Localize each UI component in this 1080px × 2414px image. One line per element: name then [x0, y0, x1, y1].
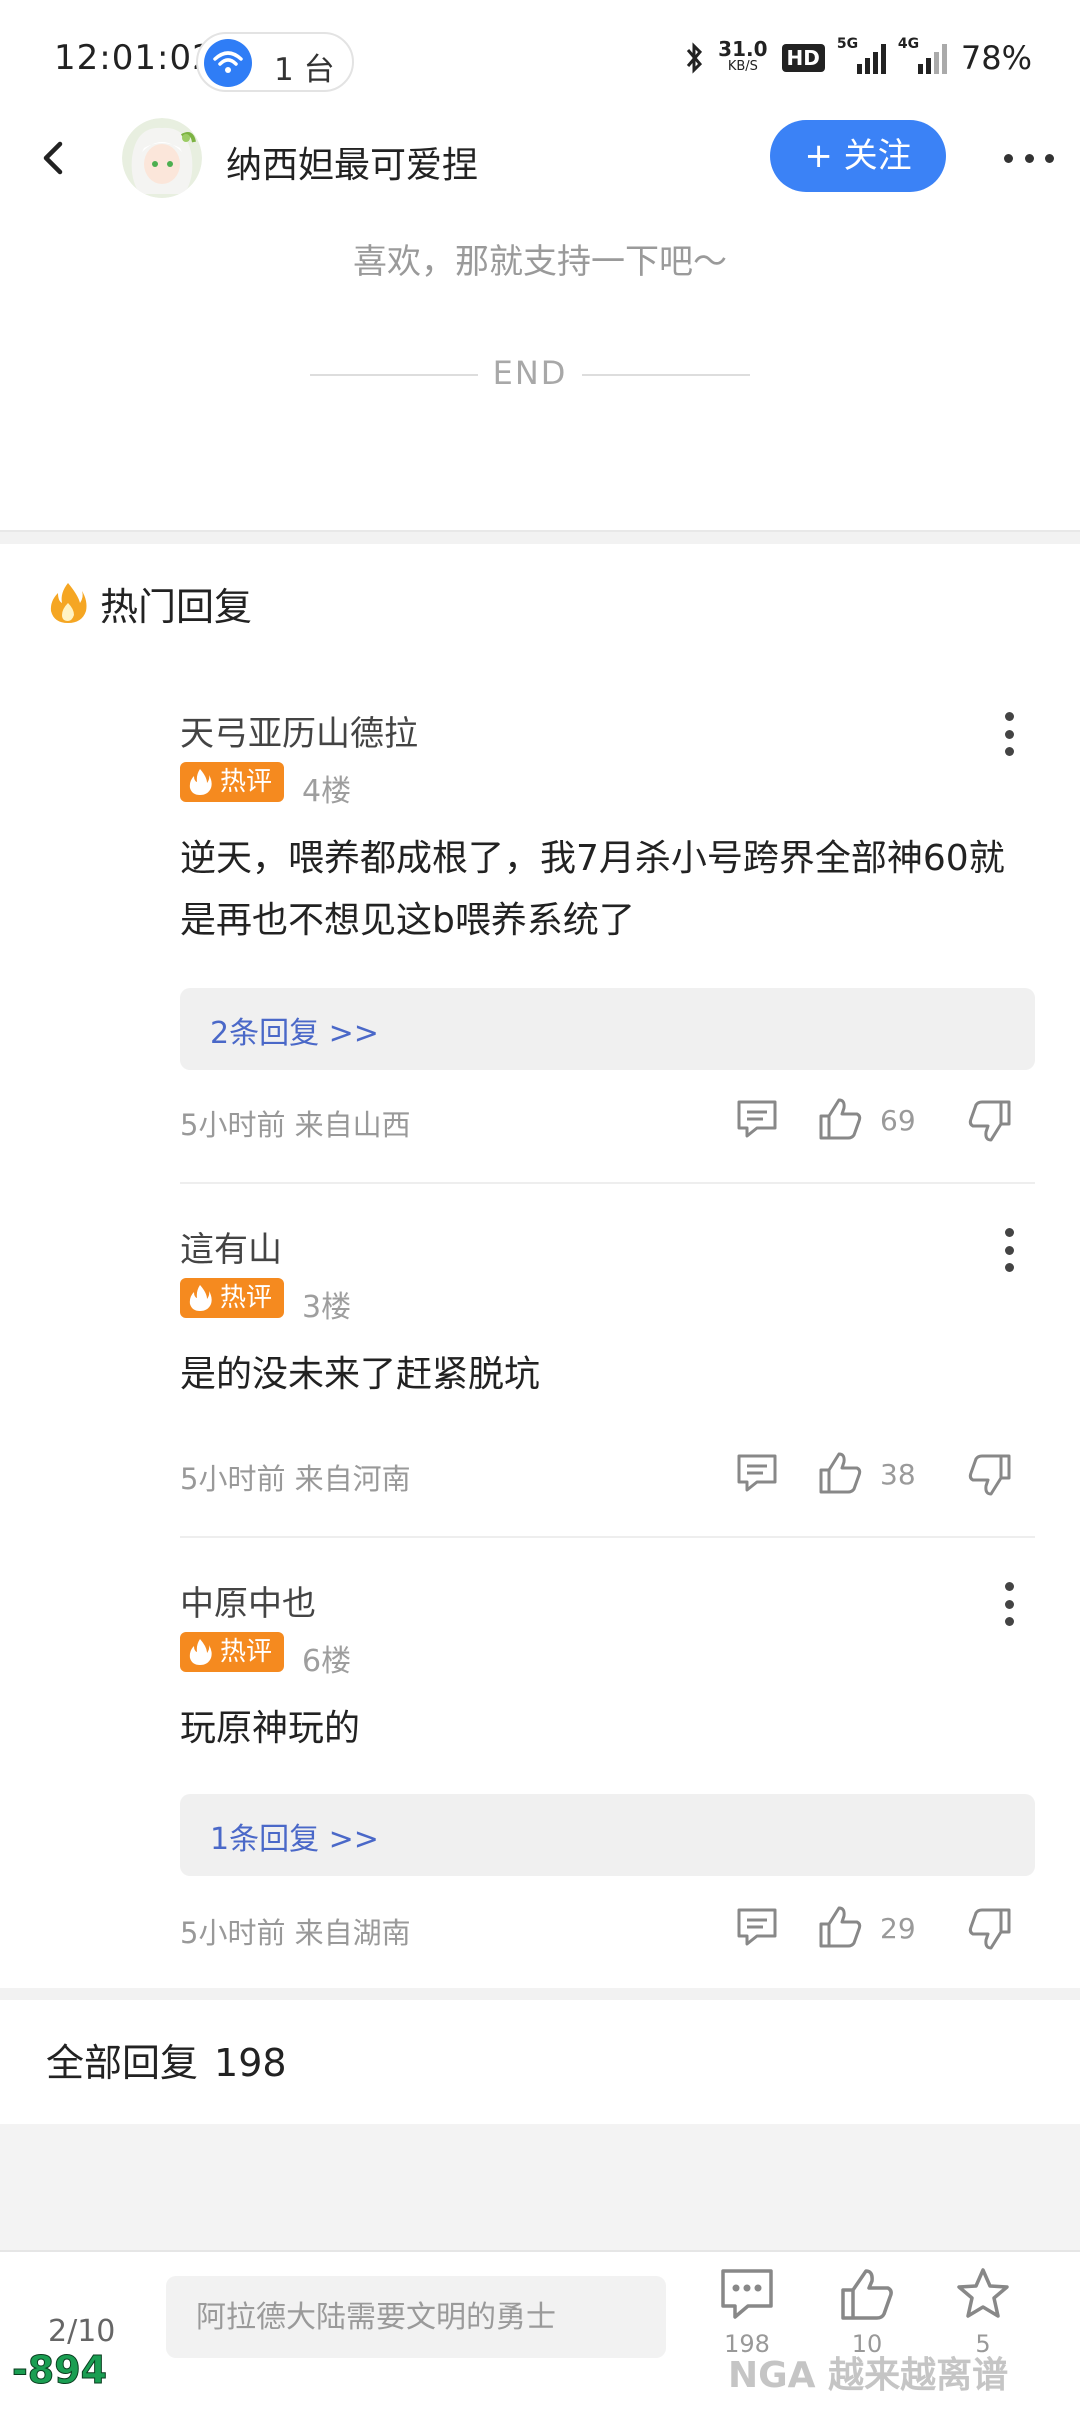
- thumbs-down-icon[interactable]: [967, 1098, 1013, 1144]
- view-replies-label: 2条回复 >>: [210, 1016, 379, 1051]
- battery-level: 78%: [960, 39, 1032, 77]
- view-replies-label: 1条回复 >>: [210, 1822, 379, 1857]
- comments-button[interactable]: 198: [712, 2266, 782, 2358]
- site-watermark: NGA 越来越离谱: [728, 2355, 1009, 2396]
- reply-input-container[interactable]: [166, 2276, 666, 2358]
- comment-separator: [180, 1182, 1035, 1184]
- floor-number: 6楼: [302, 1644, 352, 1679]
- reply-icon[interactable]: [735, 1906, 779, 1948]
- hot-comment: 天弓亚历山德拉 热评 4楼 逆天，喂养都成根了，我7月杀小号跨界全部神60就是再…: [180, 706, 1035, 1176]
- more-options-icon[interactable]: [1004, 154, 1054, 164]
- thumbs-down-icon[interactable]: [967, 1452, 1013, 1498]
- corner-watermark: -894: [11, 2348, 108, 2393]
- comment-text: 玩原神玩的: [180, 1708, 361, 1749]
- all-replies-label: 全部回复: [46, 2041, 199, 2085]
- like-count: 69: [880, 1104, 916, 1137]
- support-message: 喜欢，那就支持一下吧～: [353, 242, 727, 282]
- status-time: 12:01:02: [54, 38, 215, 78]
- comment-text: 是的没未来了赶紧脱坑: [180, 1354, 541, 1395]
- hot-replies-title: 热门回复: [100, 584, 253, 629]
- view-replies-button[interactable]: 2条回复 >>: [180, 988, 1035, 1070]
- wifi-hotspot-icon: [204, 39, 252, 87]
- status-bar: 12:01:02 1 台 31.0 KB/S HD 5G 4G 78%: [0, 0, 1080, 124]
- commenter-name[interactable]: 這有山: [180, 1222, 282, 1271]
- view-replies-button[interactable]: 1条回复 >>: [180, 1794, 1035, 1876]
- hot-comment-badge: 热评: [180, 1278, 284, 1318]
- favorite-button[interactable]: 5: [948, 2266, 1018, 2358]
- hot-comment-badge: 热评: [180, 762, 284, 802]
- comment-icon: [721, 2269, 773, 2319]
- replies-loading-area: [0, 2124, 1080, 2250]
- bluetooth-icon: [687, 42, 703, 74]
- thumbs-up-icon[interactable]: [817, 1450, 863, 1496]
- end-marker: END: [310, 352, 750, 396]
- flame-icon: [189, 769, 212, 795]
- like-count: 38: [880, 1458, 916, 1491]
- floor-number: 4楼: [302, 774, 352, 809]
- hot-comment-badge: 热评: [180, 1632, 284, 1672]
- comment-meta: 5小时前 来自湖南: [180, 1916, 411, 1950]
- hotspot-count: 1 台: [274, 52, 335, 88]
- hot-comment: 這有山 热评 3楼 是的没未来了赶紧脱坑 5小时前 来自河南 38: [180, 1222, 1035, 1522]
- divider-line: [582, 374, 750, 376]
- chevron-left-icon: [43, 141, 63, 175]
- signal-5g-icon: 5G: [837, 36, 886, 74]
- comment-separator: [180, 1536, 1035, 1538]
- page-indicator[interactable]: 2/10: [48, 2314, 115, 2349]
- section-divider: [0, 1988, 1080, 2000]
- author-avatar[interactable]: [122, 118, 202, 198]
- hot-replies-header: 热门回复: [48, 578, 253, 629]
- comment-more-icon[interactable]: [1005, 1228, 1015, 1272]
- like-count: 29: [880, 1912, 916, 1945]
- commenter-name[interactable]: 天弓亚历山德拉: [180, 706, 418, 755]
- comment-more-icon[interactable]: [1005, 1582, 1015, 1626]
- all-replies-count: 198: [214, 2041, 287, 2085]
- comment-meta: 5小时前 来自山西: [180, 1108, 411, 1142]
- hot-comment: 中原中也 热评 6楼 玩原神玩的 1条回复 >> 5小时前 来自湖南 29: [180, 1576, 1035, 1976]
- reply-input[interactable]: [166, 2276, 666, 2358]
- signal-4g-icon: 4G: [898, 36, 947, 74]
- reply-icon[interactable]: [735, 1098, 779, 1140]
- thumbs-up-icon: [841, 2269, 893, 2320]
- section-divider: [0, 530, 1080, 544]
- thumbs-up-icon[interactable]: [817, 1904, 863, 1950]
- back-button[interactable]: [34, 138, 74, 178]
- network-speed: 31.0 KB/S: [718, 37, 768, 74]
- flame-icon: [189, 1285, 212, 1311]
- star-icon: [957, 2268, 1009, 2318]
- reply-icon[interactable]: [735, 1452, 779, 1494]
- hotspot-indicator: 1 台: [196, 32, 354, 92]
- like-button[interactable]: 10: [832, 2266, 902, 2358]
- comment-text: 逆天，喂养都成根了，我7月杀小号跨界全部神60就是再也不想见这b喂养系统了: [180, 838, 1005, 941]
- flame-icon: [50, 583, 87, 623]
- follow-button[interactable]: + 关注: [770, 120, 946, 192]
- post-header: 纳西妲最可爱捏 + 关注: [0, 118, 1080, 200]
- comment-meta: 5小时前 来自河南: [180, 1462, 411, 1496]
- comment-more-icon[interactable]: [1005, 712, 1015, 756]
- commenter-name[interactable]: 中原中也: [180, 1576, 316, 1625]
- thumbs-up-icon[interactable]: [817, 1096, 863, 1142]
- author-name[interactable]: 纳西妲最可爱捏: [226, 136, 478, 188]
- thumbs-down-icon[interactable]: [967, 1906, 1013, 1952]
- flame-icon: [189, 1639, 212, 1665]
- end-label: END: [492, 354, 568, 392]
- floor-number: 3楼: [302, 1290, 352, 1325]
- hd-voice-icon: HD: [781, 44, 825, 72]
- all-replies-header: 全部回复 198: [46, 2032, 287, 2087]
